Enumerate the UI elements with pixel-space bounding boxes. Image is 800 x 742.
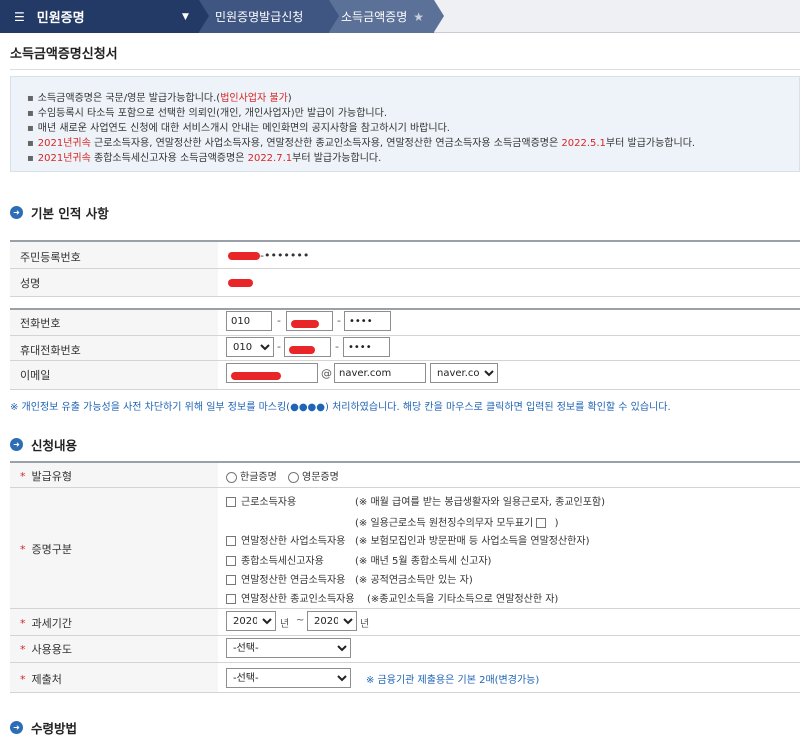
pension-income-note: (※ 공적연금소득만 있는 자)	[355, 575, 473, 586]
email-domain-input[interactable]	[334, 363, 426, 383]
phone-middle-input[interactable]	[286, 311, 333, 331]
checkbox-religious-income[interactable]: 연말정산한 종교인소득자용	[226, 590, 355, 605]
row-divider	[10, 662, 800, 663]
checkbox-icon	[226, 556, 236, 566]
arrow-right-icon: ➜	[10, 438, 23, 451]
row-divider	[10, 635, 800, 636]
name-label: 성명	[20, 277, 41, 290]
arrow-right-icon: ➜	[10, 721, 23, 734]
masked-value	[231, 372, 281, 380]
row-divider	[10, 296, 800, 297]
notice-line: ▪ 수임등록시 타소득 포함으로 선택한 의뢰인(개인, 개인사업자)만 발급이 …	[27, 108, 387, 119]
rrn-value: -•••••••	[228, 249, 309, 262]
notice-box: ▪ 소득금액증명은 국문/영문 발급가능합니다.(법인사업자 불가) ▪ 수임등록시…	[10, 76, 800, 172]
daily-worker-checkbox[interactable]	[536, 518, 547, 528]
breadcrumb-label: 소득금액증명	[341, 10, 408, 24]
top-navigation: ☰ 민원증명 ▼ 민원증명발급신청 소득금액증명 ★	[0, 0, 800, 33]
tax-filer-note: (※ 매년 5월 종합소득세 신고자)	[355, 556, 492, 567]
breadcrumb-separator	[434, 0, 444, 32]
daily-worker-note: (※ 일용근로소득 원천징수의무자 모두표기 )	[355, 518, 559, 529]
checkbox-pension-income[interactable]: 연말정산한 연금소득자용	[226, 571, 345, 586]
star-icon[interactable]: ★	[413, 10, 424, 24]
purpose-select[interactable]: -선택-	[226, 638, 351, 658]
year-from-select[interactable]: 2020	[226, 611, 276, 631]
label-column	[10, 463, 218, 693]
breadcrumb-item-current[interactable]: 소득금액증명 ★	[329, 0, 434, 33]
divider	[10, 69, 800, 70]
submit-to-note: ※ 금융기관 제출용은 기본 2매(변경가능)	[366, 675, 540, 686]
religious-income-note: (※종교인소득을 기타소득으로 연말정산한 자)	[367, 594, 559, 605]
year-to-select[interactable]: 2020	[307, 611, 357, 631]
page-title: 소득금액증명신청서	[10, 47, 118, 62]
phone-last-input[interactable]	[344, 311, 391, 331]
notice-line: ▪ 매년 새로운 사업연도 신청에 대한 서비스개시 안내는 메인화면의 공지사항…	[27, 123, 450, 134]
masking-info-note: ※ 개인정보 유출 가능성을 사전 차단하기 위해 일부 정보를 마스킹(●●●…	[10, 402, 671, 413]
hamburger-icon: ☰	[14, 9, 25, 24]
radio-icon	[288, 471, 299, 483]
mobile-label: 휴대전화번호	[20, 344, 81, 357]
breadcrumb-separator	[199, 0, 209, 32]
tax-period-label: * 과세기간	[20, 617, 72, 630]
submit-to-select[interactable]: -선택-	[226, 668, 351, 688]
breadcrumb-separator	[329, 0, 339, 32]
notice-line: ▪ 소득금액증명은 국문/영문 발급가능합니다.(법인사업자 불가)	[27, 93, 292, 104]
notice-line: ▪ 2021년귀속 종합소득세신고자용 소득금액증명은 2022.7.1부터 발급…	[27, 153, 382, 164]
row-divider	[10, 487, 800, 488]
section-heading-receive: ➜ 수령방법	[10, 718, 77, 737]
section-heading-basic: ➜ 기본 인적 사항	[10, 203, 109, 222]
row-divider	[10, 692, 800, 693]
row-divider	[10, 389, 800, 390]
checkbox-icon	[226, 594, 236, 604]
section-heading-request: ➜ 신청내용	[10, 435, 77, 454]
name-value	[228, 276, 253, 289]
masked-value	[228, 279, 253, 287]
category-label: * 증명구분	[20, 543, 72, 556]
email-label: 이메일	[20, 369, 51, 382]
menu-button[interactable]: ☰ 민원증명 ▼	[0, 0, 199, 33]
menu-label: 민원증명	[36, 11, 85, 26]
masked-value	[289, 346, 315, 354]
notice-line: ▪ 2021년귀속 근로소득자용, 연말정산한 사업소득자용, 연말정산한 종교인…	[27, 138, 696, 149]
checkbox-earned-income[interactable]: 근로소득자용	[226, 493, 296, 508]
purpose-label: * 사용용도	[20, 643, 72, 656]
mobile-prefix-select[interactable]: 010	[226, 337, 274, 357]
row-divider	[10, 360, 800, 361]
email-local-input[interactable]	[226, 363, 318, 383]
breadcrumb-label: 민원증명발급신청	[215, 10, 304, 24]
email-domain-select[interactable]: naver.com	[430, 363, 498, 383]
row-divider	[10, 608, 800, 609]
checkbox-icon	[226, 497, 236, 507]
masked-value	[228, 252, 260, 260]
business-income-note: (※ 보험모집인과 방문판매 등 사업소득을 연말정산한자)	[355, 536, 590, 547]
radio-english[interactable]: 영문증명	[288, 468, 339, 483]
mobile-middle-input[interactable]	[284, 337, 331, 357]
mobile-last-input[interactable]	[343, 337, 390, 357]
row-divider	[10, 268, 800, 269]
checkbox-icon	[226, 536, 236, 546]
masked-value	[291, 320, 319, 328]
row-divider	[10, 335, 800, 336]
phone-label: 전화번호	[20, 317, 61, 330]
radio-korean[interactable]: 한글증명	[226, 468, 277, 483]
arrow-right-icon: ➜	[10, 206, 23, 219]
earned-income-note: (※ 매월 급여를 받는 봉급생활자와 일용근로자, 종교인포함)	[355, 497, 606, 508]
radio-icon	[226, 471, 237, 483]
phone-prefix-input[interactable]	[226, 311, 272, 331]
checkbox-tax-filer[interactable]: 종합소득세신고자용	[226, 552, 324, 567]
submit-to-label: * 제출처	[20, 673, 62, 686]
rrn-label: 주민등록번호	[20, 251, 81, 264]
checkbox-business-income[interactable]: 연말정산한 사업소득자용	[226, 532, 345, 547]
caret-down-icon: ▼	[182, 11, 189, 22]
breadcrumb-item-apply[interactable]: 민원증명발급신청	[199, 0, 329, 33]
issue-type-label: * 발급유형	[20, 470, 72, 483]
checkbox-icon	[226, 575, 236, 585]
